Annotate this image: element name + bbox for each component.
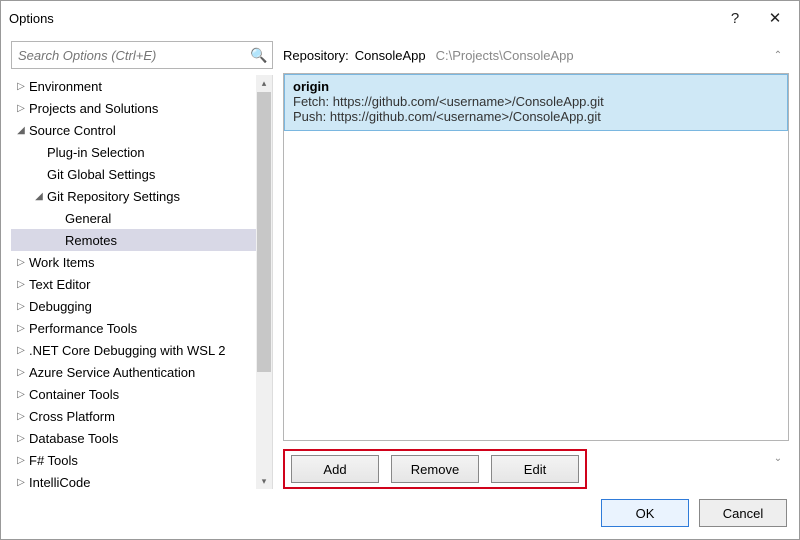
remote-fetch-line: Fetch: https://github.com/<username>/Con… xyxy=(293,94,779,109)
tree-item[interactable]: ▷Environment xyxy=(11,75,256,97)
remote-push-line: Push: https://github.com/<username>/Cons… xyxy=(293,109,779,124)
tree-item-label: Work Items xyxy=(29,255,95,270)
tree-item-label: Source Control xyxy=(29,123,116,138)
chevron-right-icon[interactable]: ▷ xyxy=(15,433,27,444)
tree-item[interactable]: ▷Plug-in Selection xyxy=(11,141,256,163)
chevron-right-icon[interactable]: ▷ xyxy=(15,301,27,312)
chevron-right-icon[interactable]: ▷ xyxy=(15,411,27,422)
tree-item-label: Performance Tools xyxy=(29,321,137,336)
tree-item-label: IntelliCode xyxy=(29,475,90,490)
chevron-right-icon[interactable]: ▷ xyxy=(15,103,27,114)
options-dialog: Options ? ✕ 🔍 ▷Environment▷Projects and … xyxy=(0,0,800,540)
tree-item[interactable]: ▷Azure Service Authentication xyxy=(11,361,256,383)
tree-item[interactable]: ▷Projects and Solutions xyxy=(11,97,256,119)
chevron-right-icon[interactable]: ▷ xyxy=(15,81,27,92)
titlebar: Options ? ✕ xyxy=(1,1,799,35)
remote-fetch-label: Fetch: xyxy=(293,94,329,109)
ok-button[interactable]: OK xyxy=(601,499,689,527)
tree-item[interactable]: ▷Work Items xyxy=(11,251,256,273)
remotes-listbox[interactable]: origin Fetch: https://github.com/<userna… xyxy=(283,73,789,441)
tree-item[interactable]: ▷Remotes xyxy=(11,229,256,251)
chevron-down-icon[interactable]: ◢ xyxy=(15,125,27,136)
search-input-wrap[interactable]: 🔍 xyxy=(11,41,273,69)
tree-item-label: Database Tools xyxy=(29,431,118,446)
repository-name: ConsoleApp xyxy=(355,48,426,63)
cancel-button[interactable]: Cancel xyxy=(699,499,787,527)
scroll-up-icon[interactable]: ▴ xyxy=(256,75,272,91)
tree-item-label: Plug-in Selection xyxy=(47,145,145,160)
tree-item-label: Git Repository Settings xyxy=(47,189,180,204)
search-icon[interactable]: 🔍 xyxy=(246,47,272,64)
help-button[interactable]: ? xyxy=(715,4,755,32)
tree-item-label: F# Tools xyxy=(29,453,78,468)
tree-item-label: Environment xyxy=(29,79,102,94)
tree-item[interactable]: ▷.NET Core Debugging with WSL 2 xyxy=(11,339,256,361)
scroll-down-icon[interactable]: ▾ xyxy=(256,473,272,489)
tree-item-label: Text Editor xyxy=(29,277,90,292)
tree-item-label: Container Tools xyxy=(29,387,119,402)
tree-item[interactable]: ◢Git Repository Settings xyxy=(11,185,256,207)
chevron-right-icon[interactable]: ▷ xyxy=(15,367,27,378)
tree-item-label: Remotes xyxy=(65,233,117,248)
tree-item-label: Cross Platform xyxy=(29,409,115,424)
chevron-down-icon[interactable]: ◢ xyxy=(33,191,45,202)
remote-push-label: Push: xyxy=(293,109,326,124)
remote-item-origin[interactable]: origin Fetch: https://github.com/<userna… xyxy=(284,74,788,131)
add-button[interactable]: Add xyxy=(291,455,379,483)
tree-item[interactable]: ▷Debugging xyxy=(11,295,256,317)
tree-item[interactable]: ▷General xyxy=(11,207,256,229)
chevron-right-icon[interactable]: ▷ xyxy=(15,389,27,400)
tree-item[interactable]: ▷Git Global Settings xyxy=(11,163,256,185)
chevron-right-icon[interactable]: ▷ xyxy=(15,477,27,488)
tree-item-label: General xyxy=(65,211,111,226)
tree-item[interactable]: ▷F# Tools xyxy=(11,449,256,471)
chevron-right-icon[interactable]: ▷ xyxy=(15,345,27,356)
search-input[interactable] xyxy=(12,48,246,63)
collapse-down-icon[interactable]: ⌄ xyxy=(767,447,789,469)
tree-item-label: Projects and Solutions xyxy=(29,101,158,116)
scroll-thumb[interactable] xyxy=(257,92,271,372)
tree-item[interactable]: ▷IntelliCode xyxy=(11,471,256,489)
repository-label: Repository: xyxy=(283,48,349,63)
tree-item-label: Git Global Settings xyxy=(47,167,155,182)
edit-button[interactable]: Edit xyxy=(491,455,579,483)
close-button[interactable]: ✕ xyxy=(755,4,795,32)
remote-name: origin xyxy=(293,79,779,94)
chevron-right-icon[interactable]: ▷ xyxy=(15,257,27,268)
window-title: Options xyxy=(9,11,715,26)
repository-path: C:\Projects\ConsoleApp xyxy=(436,48,574,63)
tree-item[interactable]: ▷Container Tools xyxy=(11,383,256,405)
collapse-up-icon[interactable]: ⌃ xyxy=(767,44,789,66)
chevron-right-icon[interactable]: ▷ xyxy=(15,279,27,290)
tree-item-label: Azure Service Authentication xyxy=(29,365,195,380)
chevron-right-icon[interactable]: ▷ xyxy=(15,323,27,334)
tree-item-label: Debugging xyxy=(29,299,92,314)
tree-item[interactable]: ◢Source Control xyxy=(11,119,256,141)
dialog-footer: OK Cancel xyxy=(1,489,799,539)
remote-push-url: https://github.com/<username>/ConsoleApp… xyxy=(330,109,601,124)
options-tree[interactable]: ▷Environment▷Projects and Solutions◢Sour… xyxy=(11,75,256,489)
tree-item[interactable]: ▷Cross Platform xyxy=(11,405,256,427)
tree-scrollbar[interactable]: ▴ ▾ xyxy=(256,75,272,489)
tree-item[interactable]: ▷Text Editor xyxy=(11,273,256,295)
tree-item-label: .NET Core Debugging with WSL 2 xyxy=(29,343,226,358)
remote-buttons-highlight: Add Remove Edit xyxy=(283,449,587,489)
remote-fetch-url: https://github.com/<username>/ConsoleApp… xyxy=(333,94,604,109)
remove-button[interactable]: Remove xyxy=(391,455,479,483)
chevron-right-icon[interactable]: ▷ xyxy=(15,455,27,466)
tree-item[interactable]: ▷Database Tools xyxy=(11,427,256,449)
tree-item[interactable]: ▷Performance Tools xyxy=(11,317,256,339)
